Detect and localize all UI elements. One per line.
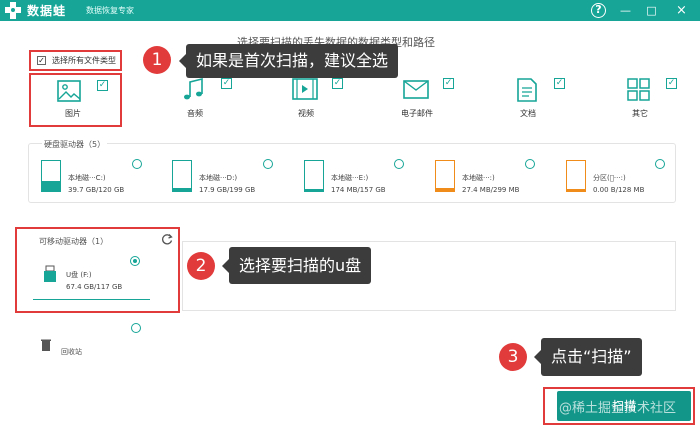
app-logo-icon bbox=[5, 2, 21, 19]
select-all-label: 选择所有文件类型 bbox=[52, 56, 116, 65]
drive-c-radio[interactable] bbox=[132, 159, 142, 169]
image-icon bbox=[57, 80, 81, 102]
file-type-video[interactable]: ✓ 视频 bbox=[266, 73, 354, 125]
file-type-label: 图片 bbox=[65, 109, 81, 118]
hard-disk-title: 硬盘驱动器（5） bbox=[42, 139, 108, 150]
file-type-email[interactable]: ✓ 电子邮件 bbox=[377, 73, 465, 125]
refresh-icon[interactable] bbox=[161, 233, 173, 245]
title-bar: 数据蛙 数据恢复专家 ? — □ × bbox=[0, 0, 700, 21]
callout-1: 如果是首次扫描，建议全选 bbox=[178, 44, 399, 78]
hard-disk-icon bbox=[172, 160, 192, 192]
drive-name: 分区( ···:) bbox=[593, 174, 626, 182]
file-type-label: 音频 bbox=[187, 109, 203, 118]
drive-name: 本地磁···E:) bbox=[331, 174, 369, 182]
drive-name: 本地磁···D:) bbox=[199, 174, 238, 182]
file-type-label: 电子邮件 bbox=[401, 109, 433, 118]
drive-usage-fill bbox=[305, 189, 323, 191]
drive-usage-fill bbox=[567, 189, 585, 191]
hard-disk-icon bbox=[435, 160, 455, 192]
mail-icon bbox=[403, 80, 429, 99]
other-check-icon: ✓ bbox=[666, 78, 677, 89]
callout-3: 点击“扫描” bbox=[534, 338, 642, 376]
drive-size: 17.9 GB/199 GB bbox=[199, 186, 256, 194]
minimize-button[interactable]: — bbox=[617, 2, 634, 19]
image-check-icon: ✓ bbox=[97, 80, 108, 91]
email-check-icon: ✓ bbox=[443, 78, 454, 89]
document-check-icon: ✓ bbox=[554, 78, 565, 89]
drive-usage-fill bbox=[173, 188, 191, 191]
document-icon bbox=[517, 78, 537, 102]
step-number-3: 3 bbox=[499, 343, 527, 371]
usb-drive-icon bbox=[44, 265, 56, 282]
drive-size: 0.00 B/128 MB bbox=[593, 186, 645, 194]
drive-name: 本地磁···C:) bbox=[68, 174, 106, 182]
maximize-button[interactable]: □ bbox=[643, 2, 660, 19]
recycle-bin-label: 回收站 bbox=[61, 348, 82, 356]
file-type-audio[interactable]: ✓ 音频 bbox=[155, 73, 243, 125]
file-type-label: 文档 bbox=[520, 109, 536, 118]
drive-usage-fill bbox=[436, 188, 454, 191]
video-check-icon: ✓ bbox=[332, 78, 343, 89]
usb-drive-size: 67.4 GB/117 GB bbox=[66, 283, 123, 291]
step-number-1: 1 bbox=[143, 46, 171, 74]
close-button[interactable]: × bbox=[673, 2, 690, 19]
hard-disk-icon bbox=[304, 160, 324, 192]
file-type-other[interactable]: ✓ 其它 bbox=[600, 73, 688, 125]
trash-icon bbox=[41, 339, 51, 351]
app-subtitle: 数据恢复专家 bbox=[86, 6, 134, 15]
select-all-check-icon: ✓ bbox=[37, 56, 46, 65]
hard-disk-icon bbox=[41, 160, 61, 192]
hard-disk-icon bbox=[566, 160, 586, 192]
recycle-bin-radio[interactable] bbox=[131, 323, 141, 333]
removable-title: 可移动驱动器（1） bbox=[39, 237, 109, 246]
other-icon bbox=[627, 78, 650, 101]
file-type-label: 其它 bbox=[632, 109, 648, 118]
usb-drive-name: U盘 (F:) bbox=[66, 271, 92, 279]
watermark: @稀土掘金技术社区 bbox=[559, 401, 677, 416]
help-button[interactable]: ? bbox=[591, 3, 606, 18]
select-all-checkbox[interactable]: ✓ 选择所有文件类型 bbox=[29, 50, 122, 71]
audio-check-icon: ✓ bbox=[221, 78, 232, 89]
drive-d-radio[interactable] bbox=[263, 159, 273, 169]
app-title: 数据蛙 bbox=[27, 4, 67, 18]
file-type-image[interactable]: ✓ 图片 bbox=[29, 73, 122, 127]
video-icon bbox=[292, 78, 318, 100]
drive-5-radio[interactable] bbox=[655, 159, 665, 169]
drive-name: 本地磁···:) bbox=[462, 174, 495, 182]
step-number-2: 2 bbox=[187, 252, 215, 280]
drive-e-radio[interactable] bbox=[394, 159, 404, 169]
drive-4-radio[interactable] bbox=[525, 159, 535, 169]
drive-usage-fill bbox=[42, 181, 60, 191]
drive-size: 39.7 GB/120 GB bbox=[68, 186, 125, 194]
drive-size: 174 MB/157 GB bbox=[331, 186, 386, 194]
file-type-document[interactable]: ✓ 文档 bbox=[488, 73, 576, 125]
drive-size: 27.4 MB/299 MB bbox=[462, 186, 520, 194]
file-type-label: 视频 bbox=[298, 109, 314, 118]
usb-drive-radio[interactable] bbox=[130, 256, 140, 266]
callout-2: 选择要扫描的u盘 bbox=[221, 247, 372, 284]
music-icon bbox=[184, 77, 203, 100]
